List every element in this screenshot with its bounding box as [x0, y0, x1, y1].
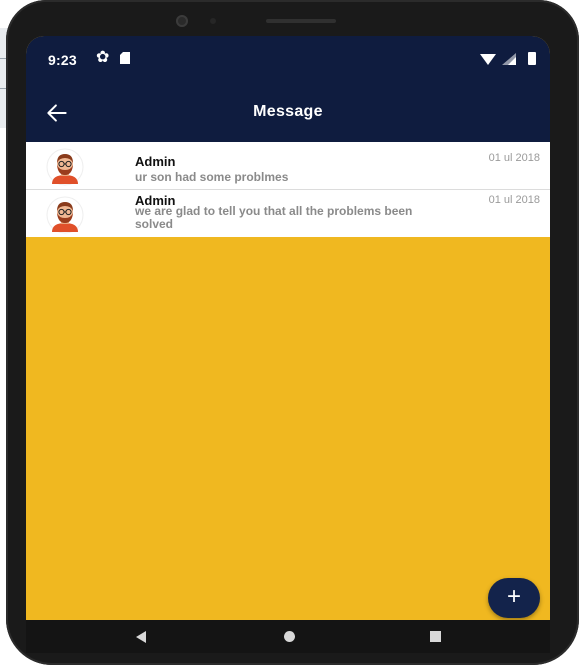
sd-card-icon [120, 52, 130, 64]
add-message-button[interactable]: + [488, 578, 540, 618]
signal-icon [502, 53, 516, 65]
avatar-icon [46, 148, 84, 186]
message-preview: we are glad to tell you that all the pro… [135, 204, 413, 231]
battery-icon [528, 52, 536, 65]
system-nav-bar [26, 620, 550, 653]
status-time: 9:23 [48, 52, 77, 68]
app-bar: Message [26, 84, 550, 142]
message-date: 01 ul 2018 [488, 194, 540, 206]
camera-icon [176, 15, 188, 27]
wifi-icon [480, 54, 496, 65]
speaker-grille [266, 19, 336, 23]
page-title: Message [253, 103, 323, 120]
sensor-icon [210, 18, 216, 24]
avatar-icon [46, 196, 84, 234]
nav-recents-icon[interactable] [430, 631, 441, 642]
list-item[interactable]: Admin ur son had some problmes 01 ul 201… [26, 142, 550, 190]
message-preview: ur son had some problmes [135, 170, 289, 184]
message-list: Admin ur son had some problmes 01 ul 201… [26, 142, 550, 237]
list-item[interactable]: Admin we are glad to tell you that all t… [26, 190, 550, 237]
app-screen: 9:23 ✿ Message Admin ur son had some pro… [26, 36, 550, 632]
status-bar: 9:23 ✿ [26, 36, 550, 84]
plus-icon: + [506, 583, 521, 610]
message-sender: Admin [135, 154, 176, 169]
message-date: 01 ul 2018 [488, 152, 540, 164]
nav-home-icon[interactable] [284, 631, 295, 642]
gear-icon: ✿ [96, 49, 110, 66]
phone-top-bezel [146, 8, 366, 34]
nav-back-icon[interactable] [136, 631, 146, 643]
